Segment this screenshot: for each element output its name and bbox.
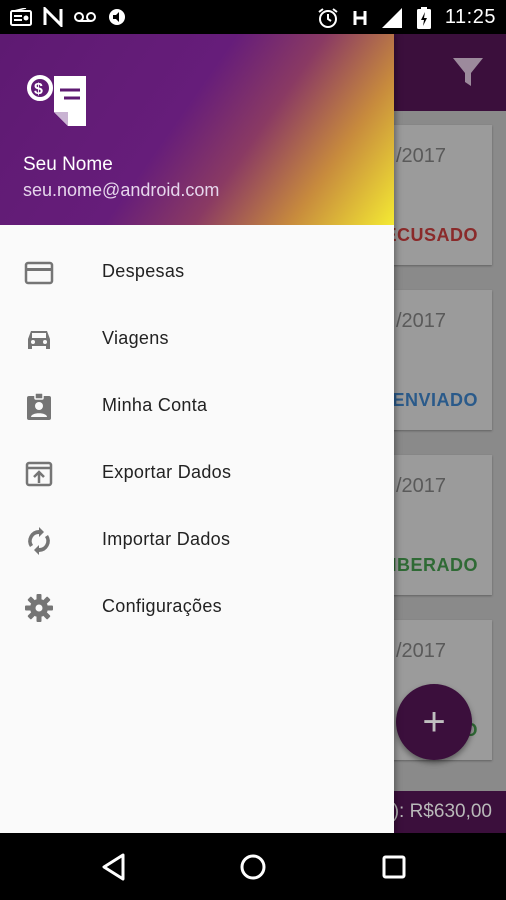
menu-item-label: Exportar Dados [102, 462, 232, 482]
card-status: ENVIADO [392, 390, 478, 410]
back-icon[interactable] [96, 849, 132, 885]
mute-icon [106, 6, 128, 28]
signal-icon [381, 7, 403, 29]
car-icon [24, 325, 54, 355]
total-amount: ): R$630,00 [392, 801, 492, 822]
sync-icon [24, 526, 54, 556]
menu-item-viagens[interactable]: Viagens [0, 305, 394, 372]
home-icon[interactable] [235, 849, 271, 885]
svg-text:$: $ [34, 81, 43, 98]
radio-icon [10, 6, 32, 28]
menu-item-exportar-dados[interactable]: Exportar Dados [0, 439, 394, 506]
voicemail-icon [74, 6, 96, 28]
settings-gear-icon [24, 593, 54, 623]
credit-card-icon [24, 258, 54, 288]
status-bar: 11:25 [0, 0, 506, 34]
menu-item-minha-conta[interactable]: Minha Conta [0, 372, 394, 439]
menu-item-label: Viagens [102, 328, 169, 348]
app-logo-icon: $ [24, 72, 90, 128]
menu-item-configuracoes[interactable]: Configurações [0, 573, 394, 640]
card-date: /2017 [396, 640, 447, 662]
add-expense-button[interactable]: + [396, 684, 472, 760]
menu-item-despesas[interactable]: Despesas [0, 238, 394, 305]
menu-item-label: Importar Dados [102, 529, 231, 549]
user-email: seu.nome@android.com [23, 180, 220, 200]
card-date: /2017 [396, 310, 447, 332]
card-status: ECUSADO [384, 225, 478, 245]
navigation-drawer: $ Seu Nome seu.nome@android.com Despesas… [0, 34, 394, 833]
plus-icon: + [422, 699, 446, 744]
export-icon [24, 459, 54, 489]
network-h-icon [349, 7, 371, 29]
menu-item-label: Minha Conta [102, 395, 208, 415]
recents-icon[interactable] [376, 849, 412, 885]
menu-item-importar-dados[interactable]: Importar Dados [0, 506, 394, 573]
filter-icon[interactable] [450, 54, 486, 90]
alarm-icon [317, 7, 339, 29]
notification-n-icon [42, 6, 64, 28]
account-badge-icon [24, 392, 54, 422]
menu-item-label: Configurações [102, 596, 222, 616]
card-date: /2017 [396, 475, 447, 497]
system-nav-bar [0, 833, 506, 900]
battery-charging-icon [413, 6, 435, 29]
drawer-header: $ Seu Nome seu.nome@android.com [0, 34, 394, 225]
menu-item-label: Despesas [102, 261, 185, 281]
card-date: /2017 [396, 145, 447, 167]
user-name: Seu Nome [23, 154, 113, 175]
card-status: IBERADO [391, 555, 478, 575]
clock-time: 11:25 [444, 6, 496, 28]
